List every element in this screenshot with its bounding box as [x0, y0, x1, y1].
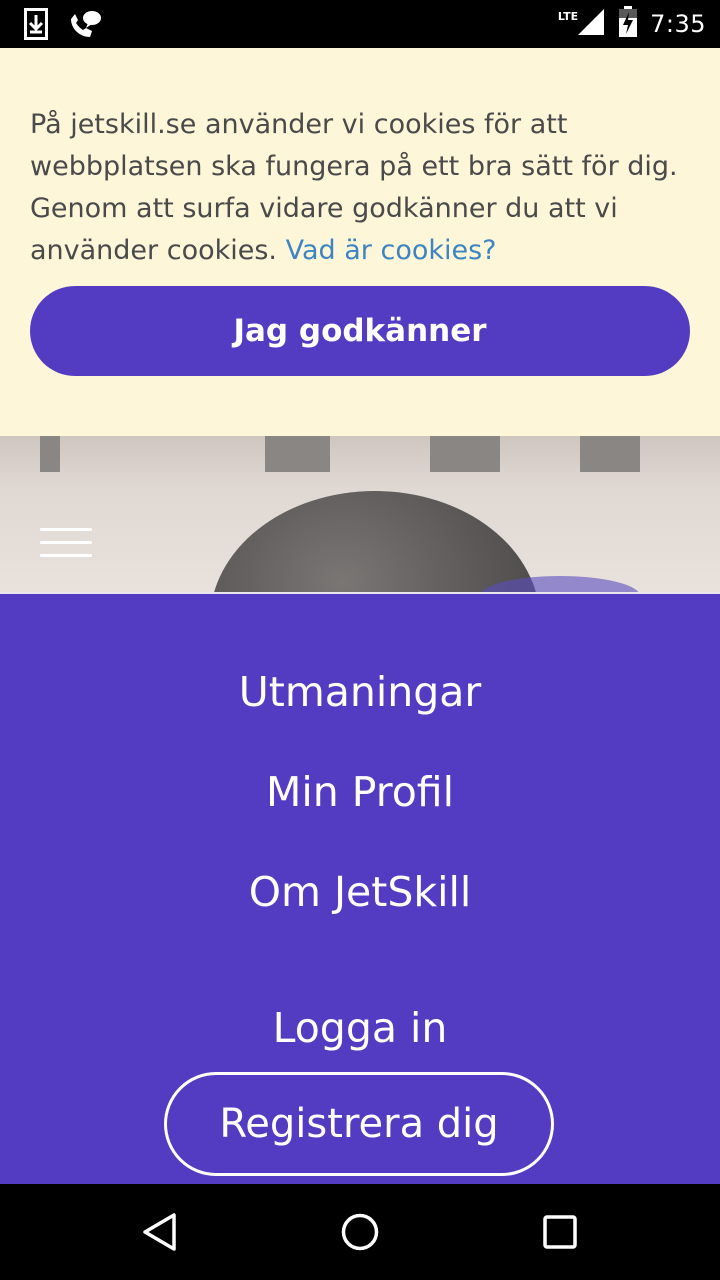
- cookie-info-link[interactable]: Vad är cookies?: [286, 235, 497, 266]
- screen: LTE 7:35 På jetskill.se använder vi cook…: [0, 0, 720, 1280]
- status-bar: LTE 7:35: [0, 0, 720, 48]
- hamburger-line: [40, 528, 92, 531]
- hamburger-menu-icon[interactable]: [40, 528, 92, 558]
- status-bar-left: [24, 8, 102, 44]
- cookie-message: På jetskill.se använder vi cookies för a…: [30, 104, 695, 272]
- hero-image: [0, 436, 720, 592]
- status-bar-right: LTE 7:35: [558, 6, 706, 42]
- system-navigation-bar: [0, 1184, 720, 1280]
- cookie-banner: På jetskill.se använder vi cookies för a…: [0, 48, 720, 436]
- login-link[interactable]: Logga in: [0, 1000, 720, 1056]
- hamburger-line: [40, 541, 92, 544]
- network-type-label: LTE: [557, 9, 579, 23]
- battery-charging-icon: [618, 6, 638, 42]
- accept-cookies-button[interactable]: Jag godkänner: [30, 286, 690, 376]
- voicemail-icon: [68, 9, 102, 43]
- signal-icon: [576, 7, 606, 41]
- clock: 7:35: [650, 10, 706, 38]
- hero-window-shape: [265, 436, 330, 472]
- hero-window-shape: [580, 436, 640, 472]
- hero-window-shape: [430, 436, 500, 472]
- menu-item-om-jetskill[interactable]: Om JetSkill: [0, 864, 720, 920]
- recents-icon[interactable]: [536, 1208, 584, 1256]
- hero-person-shape: [210, 491, 540, 592]
- menu-item-min-profil[interactable]: Min Profil: [0, 764, 720, 820]
- navigation-menu: Utmaningar Min Profil Om JetSkill Logga …: [0, 592, 720, 1184]
- back-icon[interactable]: [136, 1208, 184, 1256]
- home-icon[interactable]: [336, 1208, 384, 1256]
- hero-window-shape: [40, 436, 60, 472]
- register-button[interactable]: Registrera dig: [164, 1072, 554, 1176]
- download-icon: [24, 8, 48, 44]
- menu-item-utmaningar[interactable]: Utmaningar: [0, 664, 720, 720]
- hamburger-line: [40, 554, 92, 557]
